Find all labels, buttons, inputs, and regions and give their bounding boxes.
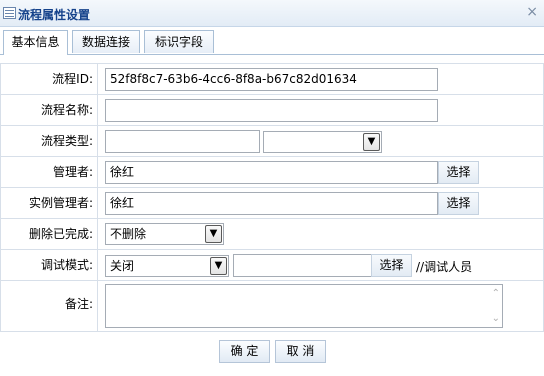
manager-label: 管理者:: [1, 157, 98, 188]
tab-basic-info[interactable]: 基本信息: [3, 30, 68, 55]
delete-completed-label: 删除已完成:: [1, 219, 98, 250]
list-icon: [3, 7, 16, 19]
cancel-button[interactable]: 取 消: [275, 340, 326, 363]
delete-completed-select[interactable]: 不删除 ▼: [105, 223, 224, 245]
remarks-textarea[interactable]: ⌃ ⌄: [105, 284, 503, 328]
debug-mode-select[interactable]: 关闭 ▼: [105, 255, 229, 277]
debug-mode-label: 调试模式:: [1, 250, 98, 281]
title-bar: 流程属性设置 ×: [0, 0, 544, 27]
manager-select-button[interactable]: 选择: [438, 161, 479, 184]
debug-user-note: //调试人员: [416, 260, 473, 274]
form-row-flow-type: 流程类型: ▼: [0, 125, 544, 157]
debug-user-input[interactable]: [233, 254, 373, 277]
remarks-label: 备注:: [1, 281, 98, 331]
flow-type-input[interactable]: [105, 130, 260, 153]
form-row-delete-completed: 删除已完成: 不删除 ▼: [0, 218, 544, 250]
instance-manager-label: 实例管理者:: [1, 188, 98, 219]
flow-type-select[interactable]: ▼: [263, 131, 382, 153]
debug-mode-value: 关闭: [110, 259, 135, 273]
instance-manager-input[interactable]: 徐红: [105, 192, 438, 215]
scroll-up-icon[interactable]: ⌃: [492, 288, 500, 299]
flow-type-label: 流程类型:: [1, 126, 98, 157]
tab-data-connection[interactable]: 数据连接: [72, 30, 140, 53]
manager-input[interactable]: 徐红: [105, 161, 438, 184]
delete-completed-value: 不删除: [110, 227, 147, 241]
form-row-instance-manager: 实例管理者: 徐红 选择: [0, 187, 544, 219]
chevron-down-icon: ▼: [210, 257, 227, 275]
debug-user-select-button[interactable]: 选择: [371, 254, 412, 277]
window-title: 流程属性设置: [18, 8, 91, 22]
flow-id-label: 流程ID:: [1, 64, 98, 95]
form-row-manager: 管理者: 徐红 选择: [0, 156, 544, 188]
tab-identity-fields[interactable]: 标识字段: [144, 30, 214, 53]
chevron-down-icon: ▼: [205, 225, 222, 243]
flow-id-input[interactable]: 52f8f8c7-63b6-4cc6-8f8a-b67c82d01634: [105, 68, 438, 91]
form-row-flow-id: 流程ID: 52f8f8c7-63b6-4cc6-8f8a-b67c82d016…: [0, 63, 544, 95]
close-icon[interactable]: ×: [526, 4, 538, 20]
instance-manager-select-button[interactable]: 选择: [438, 192, 479, 215]
scroll-down-icon[interactable]: ⌄: [492, 313, 500, 324]
tab-bar: 基本信息 数据连接 标识字段: [0, 27, 544, 55]
form-row-flow-name: 流程名称:: [0, 94, 544, 126]
form-row-debug-mode: 调试模式: 关闭 ▼ 选择 //调试人员: [0, 249, 544, 281]
form-row-remarks: 备注: ⌃ ⌄: [0, 280, 544, 332]
flow-name-label: 流程名称:: [1, 95, 98, 126]
chevron-down-icon: ▼: [363, 133, 380, 151]
ok-button[interactable]: 确 定: [219, 340, 270, 363]
flow-name-input[interactable]: [105, 99, 438, 122]
